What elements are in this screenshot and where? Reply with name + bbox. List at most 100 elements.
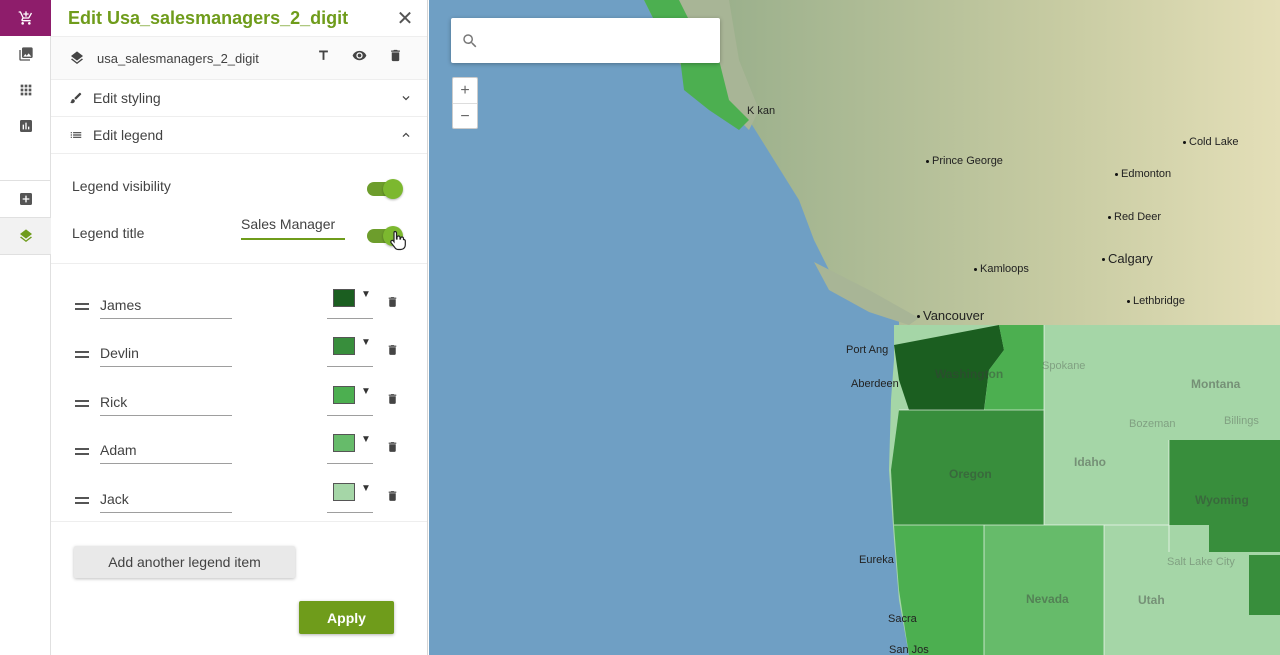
drag-handle-icon[interactable]: [75, 497, 89, 507]
trash-icon[interactable]: [386, 391, 399, 407]
caret-down-icon: ▼: [361, 289, 371, 300]
state-label: Washington: [935, 367, 1004, 381]
caret-down-icon: ▼: [361, 434, 371, 445]
rail-divider: [0, 254, 51, 255]
map-view[interactable]: + − Cold Lake Edmonton Prince George Red…: [429, 0, 1280, 655]
search-icon: [463, 34, 477, 48]
city-label: Kamloops: [974, 263, 1029, 275]
edit-layer-panel: Edit Usa_salesmanagers_2_digit ✕ usa_sal…: [51, 0, 428, 655]
legend-item-label-input[interactable]: Devlin: [100, 337, 232, 367]
state-label: Nevada: [1026, 592, 1069, 606]
city-label: Prince George: [926, 155, 1003, 167]
legend-item-label-input[interactable]: Jack: [100, 483, 232, 513]
city-label: San Jos: [889, 644, 929, 655]
legend-item-label-input[interactable]: James: [100, 289, 232, 319]
city-label: Sacra: [888, 613, 917, 625]
cart-icon: [18, 11, 32, 25]
legend-visibility-label: Legend visibility: [72, 178, 171, 194]
legend-visibility-toggle[interactable]: [367, 179, 403, 199]
close-icon[interactable]: ✕: [395, 6, 415, 31]
color-picker[interactable]: ▼: [327, 384, 373, 416]
legend-items: James ▼ Devlin ▼ Rick ▼ Adam ▼ Jack ▼: [51, 264, 427, 522]
state-label: Oregon: [949, 467, 992, 481]
apps-button[interactable]: [0, 72, 51, 108]
layers-icon: [71, 51, 83, 65]
drag-handle-icon[interactable]: [75, 351, 89, 361]
layers-button[interactable]: [0, 218, 51, 254]
add-layer-button[interactable]: [0, 181, 51, 217]
zoom-control: + −: [452, 77, 478, 129]
legend-item: Jack ▼: [51, 483, 428, 523]
add-box-icon: [19, 193, 32, 205]
edit-legend-label: Edit legend: [93, 127, 164, 143]
legend-item: James ▼: [51, 289, 428, 329]
drag-handle-icon[interactable]: [75, 400, 89, 410]
grid-icon: [20, 84, 31, 96]
panel-header: Edit Usa_salesmanagers_2_digit ✕: [51, 0, 427, 36]
color-picker[interactable]: ▼: [327, 287, 373, 319]
trash-icon: [390, 49, 400, 62]
city-label: Edmonton: [1115, 168, 1171, 180]
state-label: Idaho: [1074, 455, 1106, 469]
legend-item-label-input[interactable]: Rick: [100, 386, 232, 416]
state-label: Utah: [1138, 593, 1165, 607]
map-search[interactable]: [451, 18, 720, 63]
panel-title: Edit Usa_salesmanagers_2_digit: [68, 7, 349, 28]
visibility-button[interactable]: [341, 48, 377, 68]
trash-icon[interactable]: [386, 342, 399, 358]
gallery-button[interactable]: [0, 36, 51, 72]
legend-visibility-row: Legend visibility: [72, 178, 409, 194]
city-label: Aberdeen: [851, 378, 899, 390]
city-label: Cold Lake: [1183, 136, 1239, 148]
legend-item: Adam ▼: [51, 434, 428, 474]
zoom-in-button[interactable]: +: [453, 78, 477, 103]
apply-button[interactable]: Apply: [299, 601, 394, 634]
city-label: Billings: [1224, 415, 1259, 427]
photo-library-icon: [18, 47, 33, 61]
trash-icon[interactable]: [386, 294, 399, 310]
hand-cursor-icon: [390, 230, 406, 251]
caret-down-icon: ▼: [361, 386, 371, 397]
color-swatch: [333, 386, 355, 404]
add-legend-item-button[interactable]: Add another legend item: [74, 546, 295, 578]
city-label: Lethbridge: [1127, 295, 1185, 307]
edit-legend-section[interactable]: Edit legend: [51, 117, 427, 154]
legend-settings: Legend visibility Legend title Sales Man…: [51, 154, 427, 264]
state-label: Wyoming: [1195, 493, 1249, 507]
city-label: Eureka: [859, 554, 894, 566]
city-label: Salt Lake City: [1167, 556, 1235, 568]
legend-item: Rick ▼: [51, 386, 428, 426]
delete-layer-button[interactable]: [377, 48, 413, 68]
caret-down-icon: ▼: [361, 337, 371, 348]
layer-row: usa_salesmanagers_2_digit: [51, 36, 427, 80]
city-label: K kan: [747, 105, 776, 117]
layers-icon: [19, 229, 32, 243]
legend-item-label-input[interactable]: Adam: [100, 434, 232, 464]
drag-handle-icon[interactable]: [75, 448, 89, 458]
edit-styling-section[interactable]: Edit styling: [51, 80, 427, 117]
left-rail: [0, 0, 51, 655]
city-label: Vancouver: [917, 308, 984, 323]
trash-icon[interactable]: [386, 488, 399, 504]
city-label: Spokane: [1042, 360, 1086, 372]
zoom-out-button[interactable]: −: [453, 104, 477, 129]
chart-button[interactable]: [0, 108, 51, 144]
color-swatch: [333, 289, 355, 307]
color-swatch: [333, 337, 355, 355]
caret-down-icon: ▼: [361, 483, 371, 494]
city-label: Red Deer: [1108, 211, 1161, 223]
toggle-knob: [383, 179, 403, 199]
trash-icon[interactable]: [386, 439, 399, 455]
color-picker[interactable]: ▼: [327, 335, 373, 367]
drag-handle-icon[interactable]: [75, 303, 89, 313]
map-basemap: [429, 0, 1280, 655]
basket-button[interactable]: [0, 0, 51, 36]
text-icon: [318, 50, 328, 60]
text-format-button[interactable]: [305, 48, 341, 68]
legend-title-input[interactable]: Sales Manager: [241, 210, 345, 240]
city-label: Port Ang: [846, 344, 889, 356]
eye-icon: [352, 50, 366, 61]
brush-icon: [70, 92, 82, 104]
color-picker[interactable]: ▼: [327, 481, 373, 513]
color-picker[interactable]: ▼: [327, 432, 373, 464]
